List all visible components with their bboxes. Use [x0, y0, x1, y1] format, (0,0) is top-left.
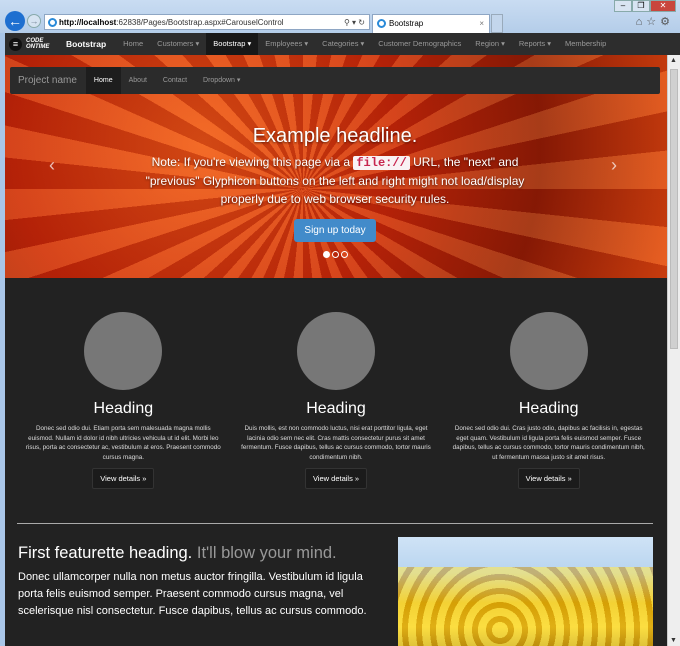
sign-up-button[interactable]: Sign up today	[294, 219, 376, 242]
carousel-caption: Example headline. Note: If you're viewin…	[135, 125, 535, 242]
carousel-next-icon[interactable]: ›	[611, 155, 617, 176]
featurette-title: First featurette heading.	[18, 544, 193, 562]
url-path: :62838/Pages/Bootstrap.aspx#CarouselCont…	[116, 18, 284, 27]
brand[interactable]: Bootstrap	[66, 39, 106, 49]
indicator-2[interactable]	[332, 251, 339, 258]
featurette-image-tulips	[398, 537, 653, 646]
indicator-3[interactable]	[341, 251, 348, 258]
project-name[interactable]: Project name	[10, 75, 86, 86]
carousel-headline: Example headline.	[252, 125, 418, 147]
placeholder-image	[509, 312, 588, 390]
nav-membership[interactable]: Membership	[558, 33, 613, 55]
column-text: Donec sed odio dui. Etiam porta sem male…	[25, 425, 221, 461]
carousel-note: Note: If you're viewing this page via a …	[135, 153, 535, 208]
maximize-button[interactable]: ❐	[632, 0, 650, 12]
close-tab-icon[interactable]: ×	[479, 15, 484, 32]
nav-employees[interactable]: Employees ▾	[258, 33, 315, 55]
new-tab-button[interactable]	[491, 14, 503, 33]
featurette-text: Donec ullamcorper nulla non metus auctor…	[18, 571, 367, 617]
menu-icon[interactable]: ≡	[9, 37, 22, 51]
view-details-button[interactable]: View details »	[92, 468, 155, 489]
note-code: file://	[353, 156, 410, 170]
divider	[17, 523, 653, 524]
project-navbar: Project name Home About Contact Dropdown…	[10, 67, 660, 94]
placeholder-image	[84, 312, 163, 390]
carousel: Project name Home About Contact Dropdown…	[5, 55, 667, 278]
browser-chrome: ← → http://localhost:62838/Pages/Bootstr…	[0, 0, 680, 33]
code-ontime-logo: CODE ONTIME	[26, 38, 50, 50]
scrollbar[interactable]: ▲ ▼	[667, 55, 680, 646]
pnav-about[interactable]: About	[121, 67, 155, 94]
nav-categories[interactable]: Categories ▾	[315, 33, 371, 55]
view-details-button[interactable]: View details »	[304, 468, 368, 489]
pnav-dropdown[interactable]: Dropdown ▾	[195, 67, 248, 94]
nav-bootstrap[interactable]: Bootstrap ▾	[206, 33, 259, 55]
marketing-columns: Heading Donec sed odio dui. Etiam porta s…	[5, 278, 667, 489]
featurette-heading: First featurette heading. It'll blow you…	[18, 544, 388, 563]
column-heading: Heading	[518, 400, 579, 417]
placeholder-image	[297, 312, 375, 390]
nav-reports[interactable]: Reports ▾	[512, 33, 558, 55]
ie-icon	[48, 18, 57, 27]
ie-icon	[377, 19, 386, 28]
address-bar[interactable]: http://localhost:62838/Pages/Bootstrap.a…	[44, 14, 370, 30]
column-text: Donec sed odio dui. Cras justo odio, dap…	[452, 425, 645, 461]
tab-bootstrap[interactable]: Bootstrap ×	[372, 14, 490, 33]
minimize-button[interactable]: –	[614, 0, 632, 12]
column-3: Heading Donec sed odio dui. Cras justo od…	[442, 278, 655, 489]
column-heading: Heading	[306, 400, 366, 417]
column-1: Heading Donec sed odio dui. Etiam porta s…	[17, 278, 230, 489]
carousel-indicators	[323, 251, 348, 258]
column-heading: Heading	[93, 400, 154, 417]
scroll-down-icon[interactable]: ▼	[670, 637, 677, 644]
note-text: Note: If you're viewing this page via a	[151, 155, 354, 169]
featurette-muted: It'll blow your mind.	[196, 544, 337, 562]
page-viewport: ≡ CODE ONTIME Bootstrap Home Customers ▾ …	[5, 33, 680, 646]
column-text: Duis mollis, est non commodo luctus, nis…	[241, 425, 431, 461]
nav-customers[interactable]: Customers ▾	[150, 33, 206, 55]
tab-title: Bootstrap	[389, 19, 424, 28]
pnav-contact[interactable]: Contact	[155, 67, 195, 94]
home-favorites-tools-icons[interactable]: ⌂☆⚙	[636, 15, 674, 28]
pnav-home[interactable]: Home	[85, 67, 121, 94]
scroll-up-icon[interactable]: ▲	[670, 57, 677, 64]
back-button[interactable]: ←	[5, 11, 25, 31]
nav-home[interactable]: Home	[116, 33, 150, 55]
carousel-prev-icon[interactable]: ‹	[49, 155, 55, 176]
search-refresh-icons[interactable]: ⚲ ▾ ↻	[344, 15, 365, 30]
view-details-button[interactable]: View details »	[517, 468, 580, 489]
nav-customer-demographics[interactable]: Customer Demographics	[371, 33, 468, 55]
url-host: http://localhost	[59, 18, 117, 27]
scroll-thumb[interactable]	[670, 69, 678, 349]
close-window-button[interactable]: ✕	[650, 0, 676, 12]
column-2: Heading Duis mollis, est non commodo luct…	[230, 278, 443, 489]
app-navbar: ≡ CODE ONTIME Bootstrap Home Customers ▾ …	[5, 33, 680, 55]
nav-region[interactable]: Region ▾	[468, 33, 512, 55]
forward-button[interactable]: →	[27, 14, 41, 28]
featurette: First featurette heading. It'll blow you…	[18, 544, 388, 620]
indicator-1[interactable]	[323, 251, 330, 258]
